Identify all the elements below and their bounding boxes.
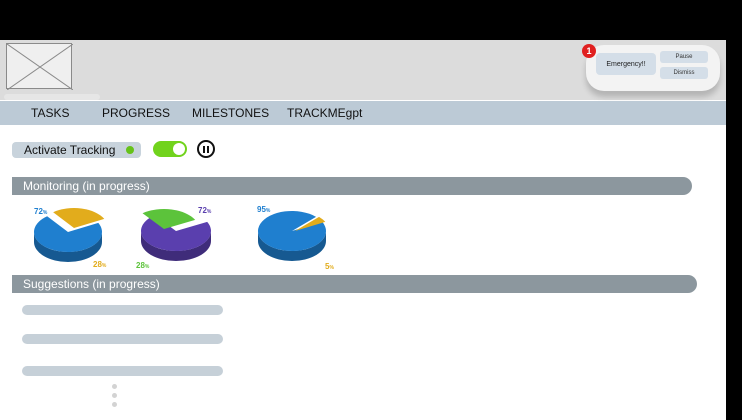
pie-slice-label: 28% <box>93 260 107 269</box>
pie-slice-label: 28% <box>136 261 150 270</box>
vertical-ellipsis-dot <box>112 402 117 407</box>
pie-slice-label: 95% <box>257 205 271 214</box>
vertical-ellipsis-dot <box>112 393 117 398</box>
pie-chart <box>33 208 105 262</box>
app-window: Emergency!! Pause Dismiss 1 TASKS PROGRE… <box>0 40 726 420</box>
suggestion-item[interactable] <box>22 305 223 315</box>
pie-slice-label: 72% <box>34 207 48 216</box>
suggestion-item[interactable] <box>22 334 223 344</box>
pie-chart <box>140 209 211 261</box>
pie-slice-label: 5% <box>325 262 334 271</box>
pie-slice <box>257 210 326 251</box>
pie-slice-label: 72% <box>198 206 212 215</box>
suggestions-section-header: Suggestions (in progress) <box>12 275 697 293</box>
vertical-ellipsis-icon[interactable] <box>112 384 117 389</box>
pie-charts-svg <box>33 208 326 262</box>
suggestion-item[interactable] <box>22 366 223 376</box>
pie-chart <box>257 210 326 261</box>
